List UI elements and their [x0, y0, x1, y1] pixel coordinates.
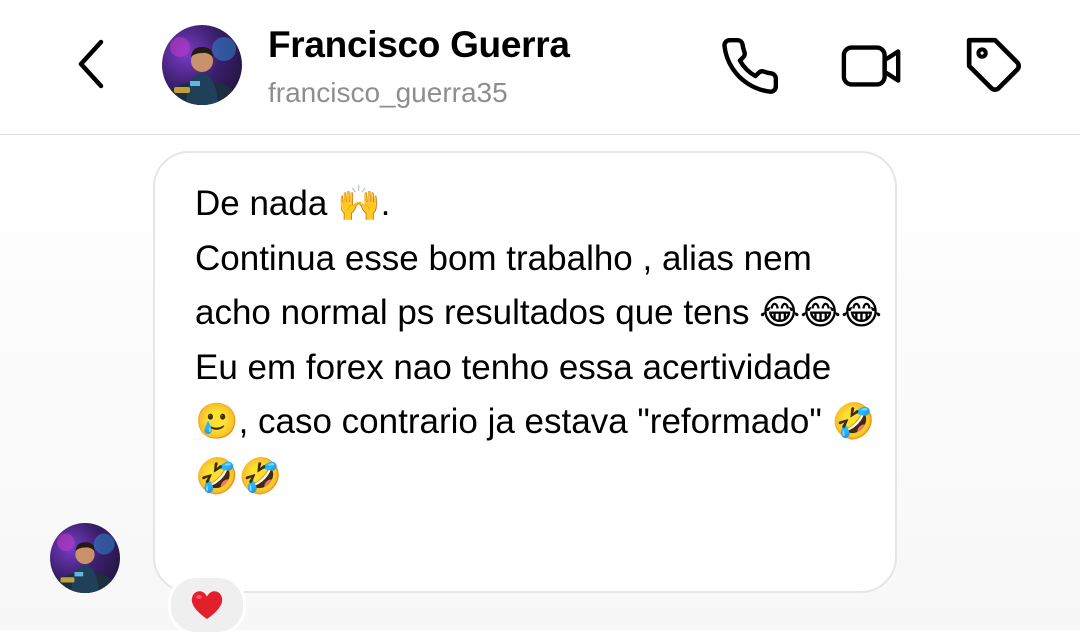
chat-header: Francisco Guerra francisco_guerra35 [0, 0, 1080, 135]
tag-button[interactable] [963, 34, 1027, 98]
back-button[interactable] [66, 36, 116, 92]
call-button[interactable] [718, 34, 782, 98]
avatar-image [55, 533, 115, 593]
message-bubble[interactable]: De nada 🙌. Continua esse bom trabalho , … [153, 151, 897, 593]
tag-icon [966, 37, 1021, 92]
video-call-button[interactable] [840, 34, 904, 98]
phone-icon [722, 37, 779, 94]
message-text: De nada 🙌. Continua esse bom trabalho , … [195, 184, 882, 496]
avatar[interactable] [162, 25, 242, 105]
avatar-image [168, 37, 236, 105]
contact-username: francisco_guerra35 [268, 77, 508, 108]
video-camera-icon [841, 45, 901, 87]
heart-icon [191, 591, 223, 619]
contact-name[interactable]: Francisco Guerra [268, 24, 570, 66]
sender-avatar[interactable] [50, 523, 120, 593]
reaction-badge[interactable] [168, 575, 246, 635]
message-thread: De nada 🙌. Continua esse bom trabalho , … [0, 135, 1080, 635]
chevron-left-icon [78, 39, 104, 89]
